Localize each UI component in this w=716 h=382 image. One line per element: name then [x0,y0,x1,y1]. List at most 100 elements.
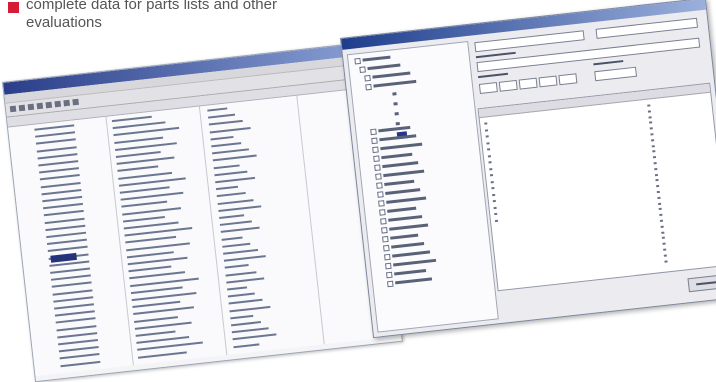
tree-expander [377,191,384,198]
tree-node-label [384,179,415,187]
tree-expander [372,146,379,154]
table-cell-text [50,267,91,274]
grid-cell-mark [492,199,496,203]
tree-dialog-screenshot [340,0,716,339]
grid-cell-mark [484,122,488,125]
tree-node-label [372,71,411,79]
tree-expander [380,218,387,225]
grid-cell-mark [660,225,664,228]
table-cell-text [232,333,277,341]
grid-cell-mark [494,212,498,216]
grid-cell-mark [658,208,662,211]
table-cell-text [209,126,251,134]
table-cell-text [228,299,263,305]
table-cell-text [124,227,193,237]
table-cell-text [125,236,177,244]
grid-cell-mark [490,180,494,183]
tree-expander [375,173,382,180]
tree-expander [384,253,391,261]
table-cell-text [57,331,98,339]
grid-cell-mark [656,190,660,194]
table-cell-text [120,191,184,201]
table-cell-text [216,192,246,198]
tree-child-node [392,92,397,96]
grid-cell-mark [488,161,492,164]
table-cell-text [231,327,269,334]
tree-node-label [379,134,417,142]
table-cell-text [42,195,83,203]
grid-cell-mark [657,196,661,199]
table-cell-text [229,305,271,313]
table-cell-text [133,306,195,316]
small-field [478,82,498,94]
grid-cell-mark [650,133,654,136]
grid-cell-mark [489,167,493,170]
table-cell-text [212,154,257,162]
table-cell-text [215,185,239,191]
table-cell-text [60,360,101,367]
table-cell-text [137,341,203,352]
tree-node-label [395,277,433,285]
table-cell-text [210,135,234,141]
table-cell-text [111,115,152,123]
table-cell-text [213,164,240,169]
grid-cell-mark [484,128,489,132]
grid-cell-mark [659,213,663,217]
table-cell-text [36,145,77,153]
toolbar-icon [36,102,44,110]
table-cell-text [119,186,170,194]
table-cell-text [225,270,257,277]
tree-node-label [390,233,419,240]
feature-caption: complete data for parts lists and other … [26,0,277,32]
tree-expander [378,200,385,207]
table-cell-text [215,176,256,184]
table-cell-text [54,310,95,317]
table-cell-text [227,292,255,298]
parts-table [8,87,402,377]
table-cell-text [218,205,262,212]
tree-expander [364,74,371,82]
table-cell-text [44,217,85,224]
detail-panel [470,13,716,319]
tree-node-label [383,169,425,178]
grid-cell-mark [652,150,656,153]
toolbar-icon [72,98,79,106]
table-cell-text [221,236,243,241]
table-cell-text [207,107,228,112]
tree-node-label [382,161,419,169]
table-cell-text [211,142,242,148]
grid-cell-mark [494,219,499,222]
table-cell-text [58,339,99,346]
grid-cell-mark [492,193,496,196]
field-label [593,60,624,66]
table-cell-text [220,227,260,234]
table-cell-text [233,342,260,348]
field-label [478,72,509,79]
tree-child-node [394,112,399,116]
grid-cell-mark [661,231,665,234]
tree-expander [376,182,383,189]
grid-cell-mark [663,254,667,257]
tree-expander [383,244,390,252]
table-cell-text [214,170,248,177]
table-cell-text [130,286,183,294]
grid-cell-mark [652,156,657,159]
tree-expander [385,271,393,279]
table-cell-text [118,171,173,180]
dialog-button [687,274,716,293]
table-cell-text [35,138,76,146]
tree-node-label [381,152,413,160]
tree-expander [365,83,372,91]
grid-cell-mark [651,144,655,148]
tree-node-label [394,268,427,276]
table-cell-text [59,353,100,360]
table-cell-text [223,255,266,262]
tree-node-label [393,258,437,267]
table-cell-text [43,203,83,210]
table-cell-text [133,315,178,323]
grid-cell-mark [654,173,659,176]
table-cell-text [134,321,192,330]
table-cell-text [39,167,80,174]
grid-cell-mark [664,260,668,263]
tree-node-label [392,250,431,258]
